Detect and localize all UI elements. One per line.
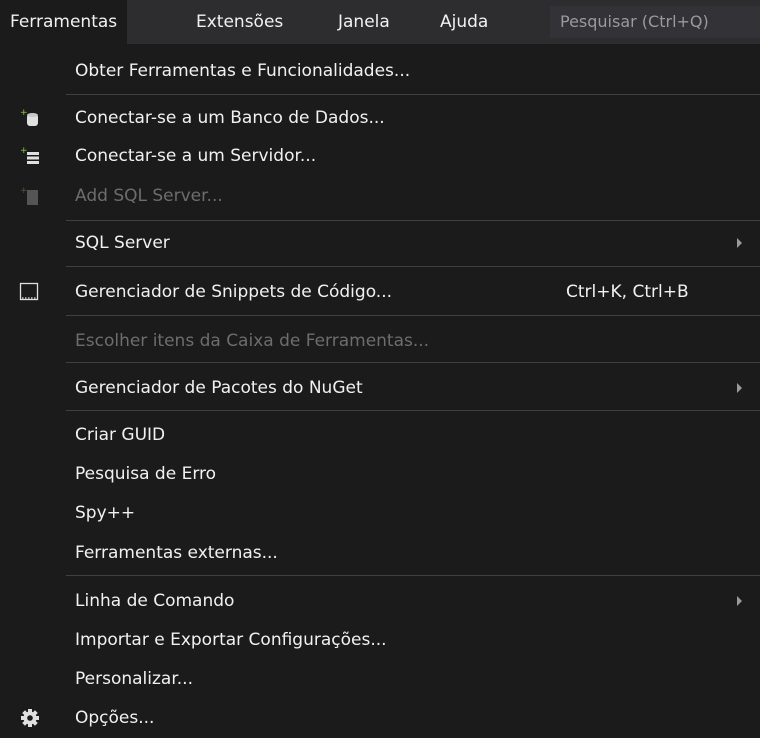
menu-item-label: Escolher itens da Caixa de Ferramentas..… — [75, 331, 430, 351]
menu-item-connect-server[interactable]: + Conectar-se a um Servidor... — [0, 136, 760, 176]
menu-item-label: Criar GUID — [75, 425, 166, 445]
menu-item-label: Linha de Comando — [75, 591, 235, 611]
menu-item-create-guid[interactable]: Criar GUID — [0, 415, 760, 455]
menu-item-get-tools[interactable]: Obter Ferramentas e Funcionalidades... — [0, 51, 760, 91]
submenu-arrow-icon — [737, 238, 742, 248]
menu-separator — [66, 410, 760, 411]
menu-item-nuget-manager[interactable]: Gerenciador de Pacotes do NuGet — [0, 368, 760, 408]
menu-item-options[interactable]: Opções... — [0, 698, 760, 738]
menu-separator — [66, 315, 760, 316]
menu-item-label: Gerenciador de Pacotes do NuGet — [75, 378, 363, 398]
server-connect-icon: + — [20, 146, 39, 164]
database-connect-icon: + — [20, 108, 38, 126]
menu-item-shortcut: Ctrl+K, Ctrl+B — [566, 282, 689, 302]
menu-separator — [66, 94, 760, 95]
menu-item-label: Add SQL Server... — [75, 186, 223, 206]
svg-text:+: + — [20, 108, 28, 118]
menu-item-label: Opções... — [75, 708, 155, 728]
svg-text:+: + — [20, 146, 28, 156]
gear-icon — [21, 709, 39, 727]
menu-separator — [66, 575, 760, 576]
menu-item-label: Spy++ — [75, 503, 136, 523]
menu-item-error-lookup[interactable]: Pesquisa de Erro — [0, 454, 760, 494]
menu-item-add-sql-server: + Add SQL Server... — [0, 176, 760, 216]
menu-separator — [66, 362, 760, 363]
menu-item-label: Conectar-se a um Servidor... — [75, 146, 317, 166]
menu-item-import-export-settings[interactable]: Importar e Exportar Configurações... — [0, 620, 760, 660]
menu-separator — [66, 266, 760, 267]
submenu-arrow-icon — [737, 596, 742, 606]
submenu-arrow-icon — [737, 383, 742, 393]
menu-item-snippets-manager[interactable]: Gerenciador de Snippets de Código... Ctr… — [0, 272, 760, 312]
menu-separator — [66, 220, 760, 221]
menu-item-command-line[interactable]: Linha de Comando — [0, 581, 760, 621]
menu-item-label: Personalizar... — [75, 669, 193, 689]
svg-text:+: + — [20, 186, 28, 196]
menu-item-external-tools[interactable]: Ferramentas externas... — [0, 533, 760, 573]
search-input[interactable]: Pesquisar (Ctrl+Q) — [550, 6, 760, 38]
tools-menu-dropdown: Obter Ferramentas e Funcionalidades... +… — [0, 44, 760, 731]
menu-ferramentas[interactable]: Ferramentas — [0, 0, 128, 44]
menu-item-spy[interactable]: Spy++ — [0, 493, 760, 533]
menu-item-customize[interactable]: Personalizar... — [0, 659, 760, 699]
menu-ajuda[interactable]: Ajuda — [430, 0, 498, 44]
menu-item-label: Obter Ferramentas e Funcionalidades... — [75, 61, 411, 81]
menu-item-label: Ferramentas externas... — [75, 543, 278, 563]
menu-item-choose-toolbox-items: Escolher itens da Caixa de Ferramentas..… — [0, 321, 760, 361]
menu-item-label: Conectar-se a um Banco de Dados... — [75, 108, 385, 128]
menu-bar: Ferramentas Extensões Janela Ajuda Pesqu… — [0, 0, 760, 44]
add-sql-server-icon: + — [20, 186, 38, 205]
menu-item-label: SQL Server — [75, 233, 170, 253]
menu-extensoes[interactable]: Extensões — [186, 0, 293, 44]
snippet-icon — [19, 282, 39, 301]
menu-item-label: Pesquisa de Erro — [75, 464, 217, 484]
menu-item-connect-database[interactable]: + Conectar-se a um Banco de Dados... — [0, 98, 760, 138]
menu-item-sql-server[interactable]: SQL Server — [0, 223, 760, 263]
menu-item-label: Importar e Exportar Configurações... — [75, 630, 387, 650]
menu-janela[interactable]: Janela — [328, 0, 400, 44]
menu-item-label: Gerenciador de Snippets de Código... — [75, 282, 393, 302]
